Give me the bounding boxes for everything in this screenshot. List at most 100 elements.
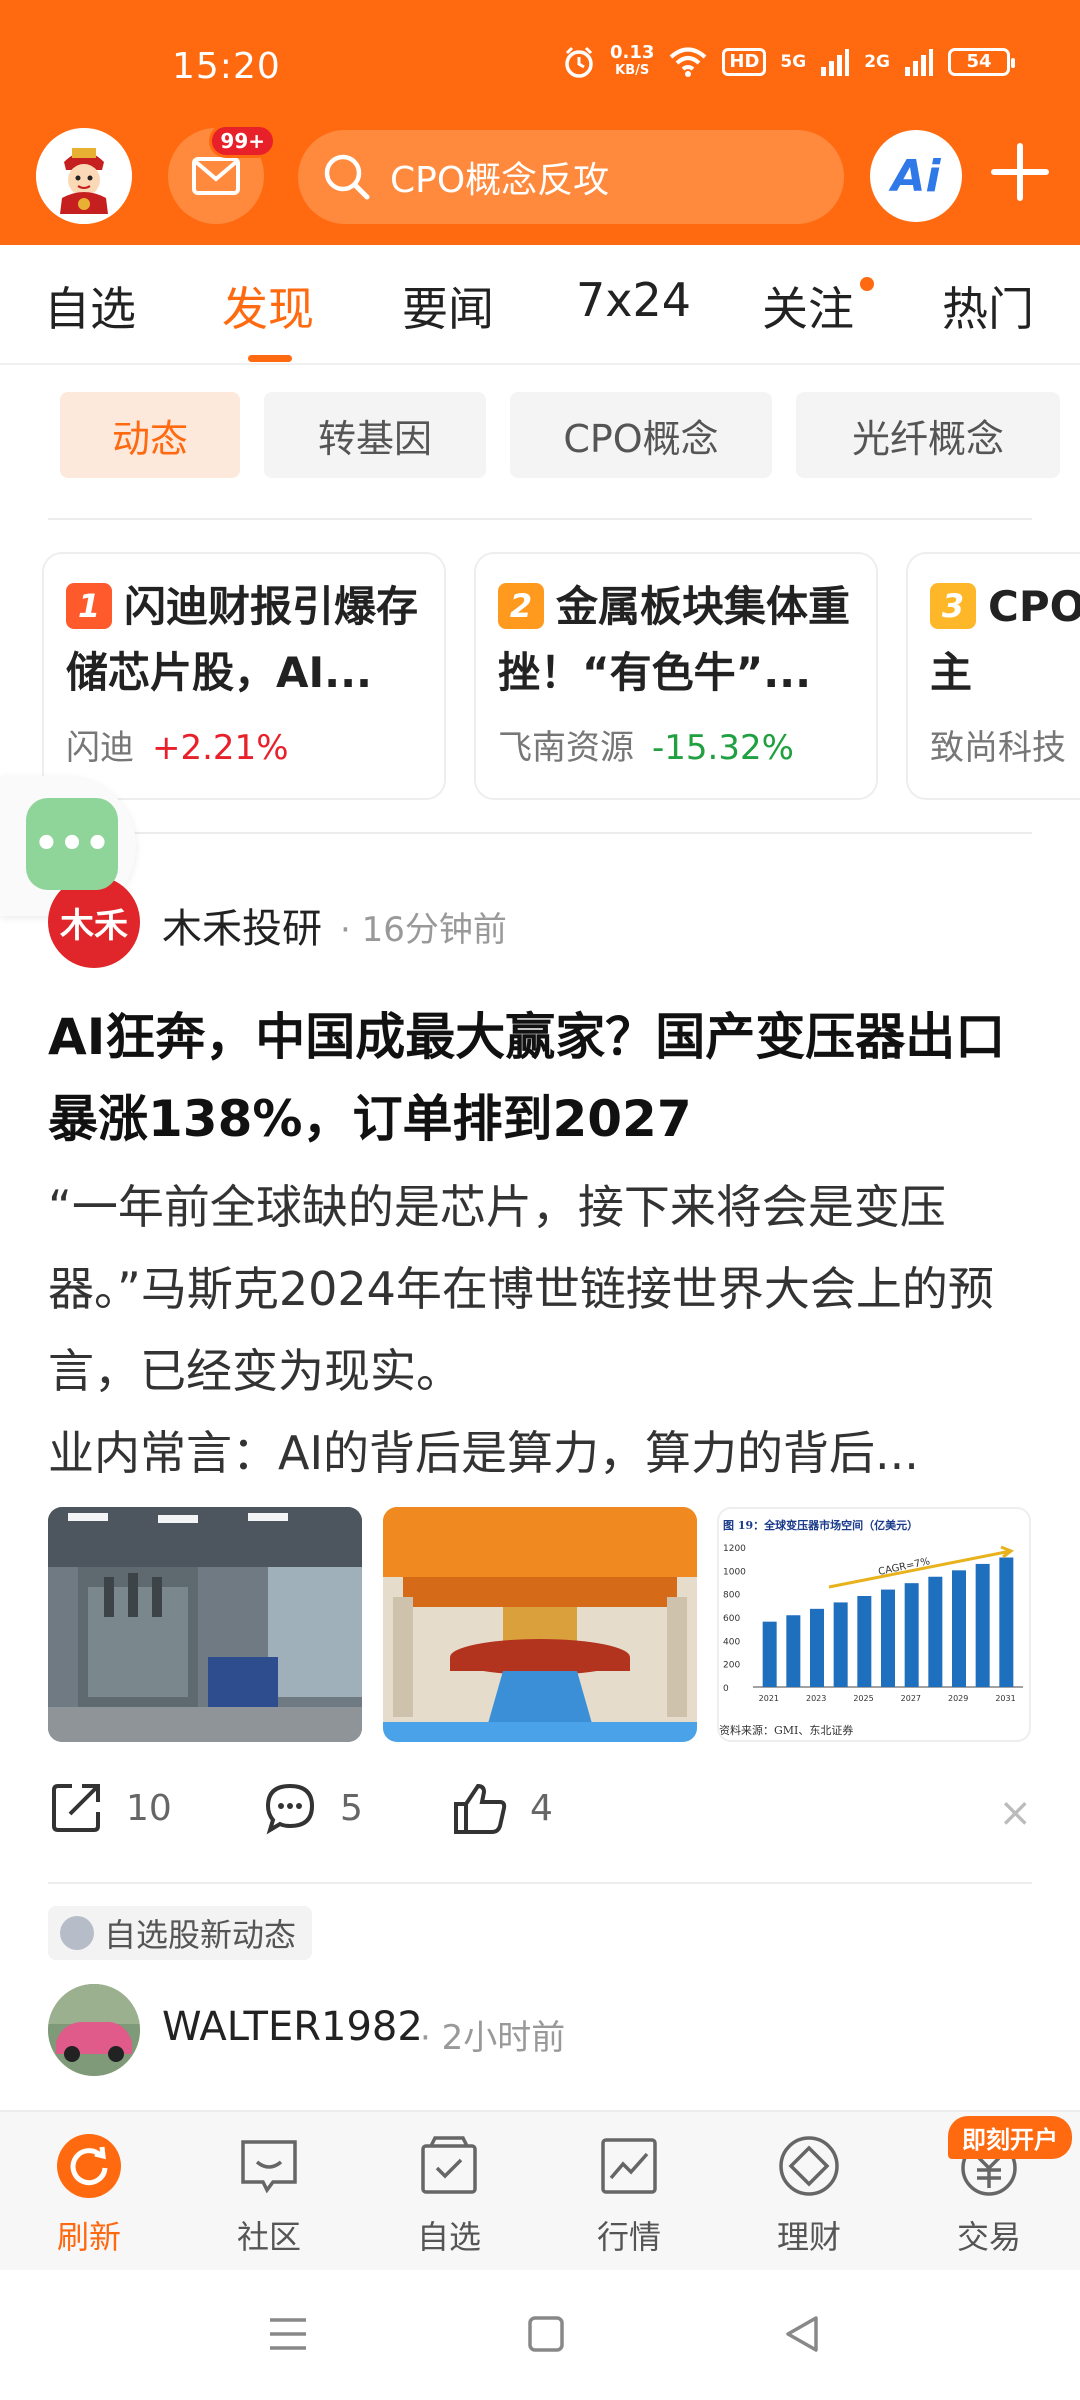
hot-card-1[interactable]: 1 闪迪财报引爆存储芯片股，AI... 闪迪 +2.21%: [42, 552, 446, 800]
car-photo-icon: [48, 1984, 140, 2076]
price-change: +2.21%: [152, 728, 289, 768]
user-avatar[interactable]: [48, 1984, 140, 2076]
chart-y-tick: 200: [723, 1661, 740, 1671]
refresh-icon: [57, 2134, 121, 2198]
tab-discover[interactable]: 发现: [222, 273, 314, 339]
hd-badge: HD: [722, 48, 767, 76]
watchlist-update-tag[interactable]: 自选股新动态: [48, 1906, 313, 1960]
unread-badge: 99+: [209, 124, 276, 158]
chart-bar: [833, 1602, 848, 1687]
tab-following[interactable]: 关注: [762, 273, 854, 339]
chart-bar: [786, 1615, 801, 1687]
chart-title: 图 19：全球变压器市场空间（亿美元）: [723, 1518, 918, 1532]
chart-x-tick: 2031: [995, 1694, 1015, 1703]
wealth-icon: [779, 2136, 839, 2196]
author-name[interactable]: 木禾投研: [162, 896, 322, 954]
hot-card-title: 1 闪迪财报引爆存储芯片股，AI...: [66, 582, 419, 697]
tab-watchlist[interactable]: 自选: [44, 273, 136, 339]
rank-badge: 2: [498, 583, 544, 629]
article-actions: 10 5 4: [0, 1780, 1080, 1850]
chip-cpo[interactable]: CPO概念: [510, 392, 772, 478]
chart-bar: [857, 1596, 872, 1687]
chip-gmo[interactable]: 转基因: [264, 392, 486, 478]
generator-photo-icon: [383, 1507, 697, 1742]
nav-refresh[interactable]: 刷新: [24, 2134, 154, 2258]
chart-source: 资料来源：GMI、东北证券: [719, 1723, 853, 1737]
watchlist-icon: [421, 2136, 477, 2194]
chip-dynamics[interactable]: 动态: [60, 392, 240, 478]
like-button[interactable]: 4: [452, 1780, 553, 1836]
chart-x-tick: 2025: [853, 1694, 873, 1703]
nav-wealth[interactable]: 理财: [744, 2134, 874, 2258]
search-icon: [324, 154, 370, 200]
search-placeholder: CPO概念反攻: [390, 160, 610, 201]
battery-indicator: 54: [948, 48, 1015, 76]
hot-card-3[interactable]: 3CPO概念反攻：主 致尚科技: [906, 552, 1080, 800]
thumbs-up-icon: [454, 1783, 507, 1834]
ai-assistant-button[interactable]: Ai: [870, 130, 962, 222]
more-options-bubble[interactable]: •••: [26, 798, 118, 890]
chart-annotation: CAGR=7%: [877, 1556, 931, 1578]
back-icon[interactable]: [782, 2314, 822, 2354]
chart-y-tick: 0: [723, 1684, 729, 1694]
rank-badge: 3: [930, 583, 976, 629]
section-divider: [48, 518, 1032, 520]
comment-count: 5: [340, 1787, 363, 1829]
chart-x-tick: 2023: [806, 1694, 826, 1703]
article-title[interactable]: AI狂奔，中国成最大赢家？国产变压器出口暴涨138%，订单排到2027: [48, 996, 1038, 1160]
new-content-dot: [860, 277, 874, 291]
search-bar[interactable]: CPO概念反攻: [298, 130, 844, 224]
chart-bar: [762, 1621, 777, 1687]
menu-icon[interactable]: [266, 2314, 310, 2354]
signal-icon: [905, 49, 933, 76]
mascot-avatar-icon: [36, 128, 132, 224]
nav-watchlist[interactable]: 自选: [384, 2134, 514, 2258]
messages-button[interactable]: 99+: [168, 124, 276, 224]
wifi-icon: [670, 47, 707, 77]
add-icon[interactable]: [990, 142, 1050, 202]
tab-hot[interactable]: 热门: [942, 273, 1034, 339]
chart-bar: [999, 1557, 1014, 1687]
dismiss-button[interactable]: ×: [998, 1790, 1032, 1836]
share-button[interactable]: 10: [48, 1780, 172, 1836]
chip-fiber[interactable]: 光纤概念: [796, 392, 1060, 478]
article-summary-continued[interactable]: 业内常言：AI的背后是算力，算力的背后...: [48, 1412, 1038, 1494]
user-avatar[interactable]: [36, 128, 132, 224]
hot-card-stock: 致尚科技: [930, 728, 1066, 768]
chart-bar: [904, 1583, 919, 1687]
chart-y-tick: 600: [723, 1614, 740, 1624]
tab-7x24[interactable]: 7x24: [576, 273, 691, 327]
chart-bar: [975, 1563, 990, 1687]
article-image-generator[interactable]: [383, 1507, 697, 1742]
mail-icon: [192, 157, 240, 195]
post-author-name[interactable]: WALTER1982: [162, 2004, 423, 2050]
chart-x-tick: 2029: [948, 1694, 968, 1703]
system-nav-bar: [0, 2270, 1080, 2400]
tab-news[interactable]: 要闻: [402, 273, 494, 339]
hot-card-2[interactable]: 2 金属板块集体重挫！“有色牛”... 飞南资源 -15.32%: [474, 552, 878, 800]
app-header: 15:20 0.13 KB/S HD 5G 2G 54 99+ CPO概念反攻 …: [0, 0, 1080, 245]
status-icons: 0.13 KB/S HD 5G 2G 54: [562, 44, 1015, 80]
signal-icon: [821, 49, 850, 76]
hot-card-title: 2 金属板块集体重挫！“有色牛”...: [498, 582, 851, 697]
post-time: · 2小时前: [420, 2018, 566, 2058]
chart-x-tick: 2021: [759, 1694, 779, 1703]
article-image-factory[interactable]: [48, 1507, 362, 1742]
article-image-chart[interactable]: 图 19：全球变压器市场空间（亿美元） 资料来源：GMI、东北证券 1200 10…: [717, 1507, 1031, 1742]
chart-bar: [928, 1576, 943, 1687]
comment-button[interactable]: 5: [262, 1780, 363, 1836]
chart-bar: [881, 1589, 895, 1687]
chart-bar: [952, 1570, 966, 1687]
open-account-badge[interactable]: 即刻开户: [948, 2116, 1072, 2159]
watchlist-update-label: 自选股新动态: [104, 1916, 297, 1954]
community-icon: [241, 2140, 297, 2194]
hot-card-stock: 闪迪 +2.21%: [66, 728, 289, 768]
nav-market[interactable]: 行情: [564, 2134, 694, 2258]
article-summary[interactable]: “一年前全球缺的是芯片，接下来将会是变压器。”马斯克2024年在博世链接世界大会…: [48, 1166, 1038, 1412]
post-time: · 16分钟前: [340, 910, 507, 950]
nav-community[interactable]: 社区: [204, 2134, 334, 2258]
main-tabs: 自选 发现 要闻 7x24 关注 热门: [0, 245, 1080, 365]
chart-y-tick: 1000: [723, 1567, 746, 1577]
alarm-icon: [565, 46, 593, 78]
home-icon[interactable]: [526, 2314, 566, 2354]
